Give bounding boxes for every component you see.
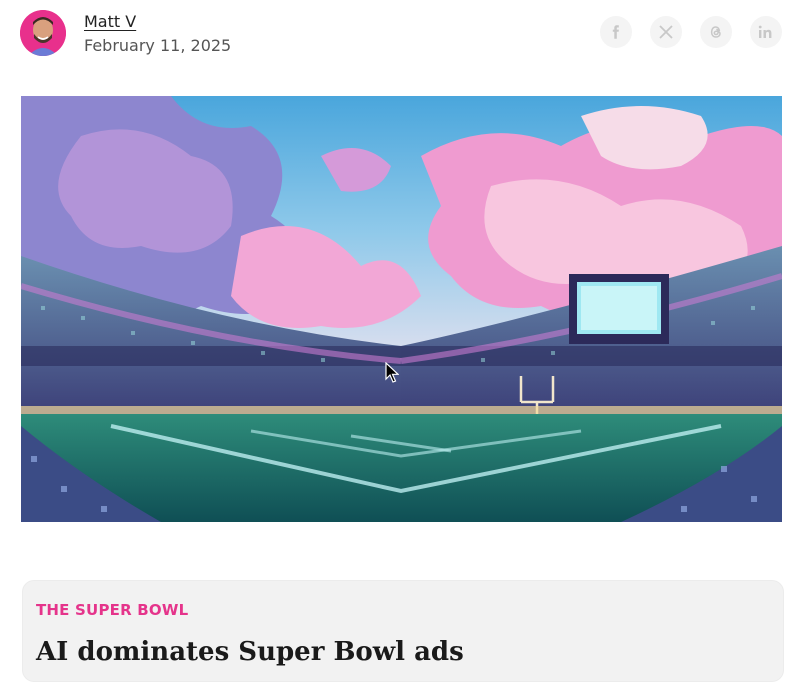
article-card[interactable]: THE SUPER BOWL AI dominates Super Bowl a… xyxy=(22,580,784,682)
social-share-bar xyxy=(600,16,782,48)
threads-icon xyxy=(710,26,721,38)
pixel-art-stadium-image xyxy=(21,96,782,522)
x-share-button[interactable] xyxy=(650,16,682,48)
x-icon xyxy=(659,25,673,39)
avatar[interactable] xyxy=(20,10,66,56)
facebook-share-button[interactable] xyxy=(600,16,632,48)
post-date: February 11, 2025 xyxy=(84,36,232,55)
linkedin-icon xyxy=(758,25,772,38)
hero-image[interactable] xyxy=(21,96,782,522)
threads-share-button[interactable] xyxy=(700,16,732,48)
article-headline[interactable]: AI dominates Super Bowl ads xyxy=(36,637,464,667)
article-category[interactable]: THE SUPER BOWL xyxy=(36,601,188,619)
avatar-photo-icon xyxy=(20,10,66,56)
author-name-link[interactable]: Matt V xyxy=(84,12,136,31)
facebook-icon xyxy=(612,25,619,39)
linkedin-share-button[interactable] xyxy=(750,16,782,48)
author-row: Matt V February 11, 2025 xyxy=(20,10,782,58)
mouse-cursor-icon xyxy=(385,362,399,383)
